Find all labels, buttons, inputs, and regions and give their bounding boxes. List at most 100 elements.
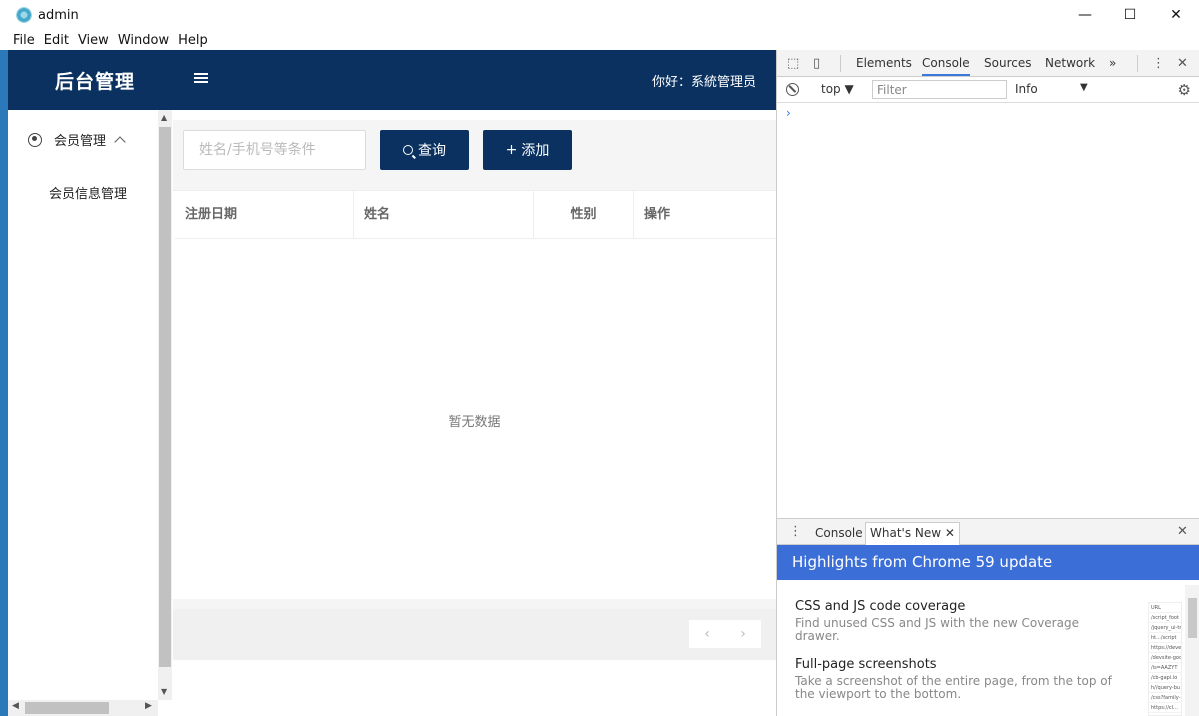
empty-state: 暂无数据	[448, 415, 501, 430]
close-tab-icon[interactable]: ✕	[945, 526, 955, 540]
column-name[interactable]: 姓名	[354, 191, 534, 239]
sidebar-vertical-scrollbar[interactable]: ▲ ▼	[158, 110, 172, 700]
drawer-tab-console[interactable]: Console	[815, 526, 863, 540]
search-toolbar: 查询 + 添加	[173, 120, 776, 180]
sidebar-group-label: 会员管理	[54, 134, 107, 149]
devtools-panel: ⬚ ▯ Elements Console Sources Network » ⋮…	[776, 50, 1199, 716]
close-devtools-icon[interactable]: ✕	[1177, 56, 1188, 71]
add-button-label: 添加	[521, 143, 550, 159]
menubar: File Edit View Window Help	[0, 30, 1199, 50]
device-toolbar-icon[interactable]: ▯	[813, 56, 820, 71]
context-selector[interactable]: top ▼	[821, 82, 854, 96]
app-page: 后台管理 你好：系統管理员 会员管理 会员信息管理 ▲ ▼ ◀ ▶ 查询 +	[8, 50, 776, 716]
sidebar: 会员管理 会员信息管理	[8, 110, 158, 716]
scroll-down-arrow-icon[interactable]: ▼	[161, 687, 167, 696]
menu-help[interactable]: Help	[178, 33, 208, 48]
whats-new-scrollbar[interactable]	[1185, 585, 1199, 716]
sidebar-group-member[interactable]: 会员管理	[28, 130, 126, 149]
chevron-down-icon[interactable]: ▼	[1080, 82, 1088, 93]
column-actions: 操作	[644, 207, 671, 222]
user-greeting: 你好：系統管理员	[651, 75, 756, 90]
highlights-banner: Highlights from Chrome 59 update	[777, 545, 1199, 580]
feature-thumbnail: URL /script_foot /jquery_ui-tr ht.../scr…	[1148, 602, 1182, 716]
feature-title: Full-page screenshots	[795, 657, 937, 672]
tab-network[interactable]: Network	[1045, 56, 1095, 70]
minimize-button[interactable]: —	[1062, 0, 1108, 30]
clear-console-icon[interactable]	[786, 83, 799, 96]
tab-sources[interactable]: Sources	[984, 56, 1031, 70]
maximize-button[interactable]: ☐	[1107, 0, 1153, 30]
divider	[1137, 55, 1138, 72]
drawer-tabbar: ⋮ Console What's New ✕ ✕	[777, 518, 1199, 545]
thumbnail-line: /css?family-	[1149, 695, 1181, 703]
thumbnail-line: https://cl...	[1149, 703, 1181, 713]
scroll-up-arrow-icon[interactable]: ▲	[161, 113, 167, 122]
more-tabs-icon[interactable]: »	[1109, 56, 1116, 70]
feature-title: CSS and JS code coverage	[795, 599, 966, 614]
search-button[interactable]: 查询	[380, 130, 469, 170]
pagination: ‹ ›	[689, 620, 761, 648]
logo: 后台管理	[55, 71, 136, 93]
tab-elements[interactable]: Elements	[856, 56, 912, 70]
scrollbar-thumb[interactable]	[25, 702, 109, 714]
pagination-area: ‹ ›	[173, 609, 776, 660]
inspect-element-icon[interactable]: ⬚	[787, 56, 799, 71]
feature-coverage: CSS and JS code coverage Find unused CSS…	[795, 599, 1115, 643]
tab-console[interactable]: Console	[922, 56, 970, 76]
sidebar-item-member-info[interactable]: 会员信息管理	[49, 183, 127, 202]
feature-desc: Take a screenshot of the entire page, fr…	[795, 674, 1112, 701]
close-drawer-icon[interactable]: ✕	[1177, 524, 1188, 539]
user-circle-icon	[28, 132, 42, 147]
scrollbar-thumb[interactable]	[1188, 598, 1197, 638]
thumbnail-line: h//query-bu	[1149, 685, 1181, 693]
drawer-tab-label: What's New	[870, 526, 942, 540]
console-filter-input[interactable]	[872, 80, 1007, 99]
column-register-date[interactable]: 注册日期	[175, 191, 354, 239]
console-filterbar: top ▼ Info ▼ ⚙	[777, 77, 1199, 103]
window-left-border	[0, 50, 8, 716]
divider	[840, 55, 841, 72]
menu-edit[interactable]: Edit	[44, 33, 69, 48]
app-icon	[16, 7, 32, 23]
sidebar-horizontal-scrollbar[interactable]: ◀ ▶	[8, 700, 158, 716]
drawer-menu-icon[interactable]: ⋮	[789, 524, 802, 539]
scroll-right-arrow-icon[interactable]: ▶	[145, 701, 152, 711]
menu-file[interactable]: File	[13, 33, 35, 48]
add-button[interactable]: + 添加	[483, 130, 572, 170]
main-content: 查询 + 添加 注册日期 姓名 性别 操作 暂无数据 ‹ ›	[173, 120, 776, 660]
next-page-button[interactable]: ›	[725, 620, 761, 648]
menu-toggle-icon[interactable]	[194, 73, 208, 85]
window-titlebar: admin — ☐ ✕	[0, 0, 1199, 30]
thumbnail-line: URL	[1149, 603, 1181, 613]
thumbnail-line: /cb-gapi.lo	[1149, 673, 1181, 683]
chevron-up-icon	[114, 135, 126, 148]
gear-icon[interactable]: ⚙	[1178, 81, 1191, 99]
context-label: top	[821, 82, 841, 96]
column-gender[interactable]: 性别	[534, 191, 634, 239]
window-title: admin	[38, 7, 79, 23]
member-table: 注册日期 姓名 性别 操作 暂无数据	[173, 190, 776, 599]
scrollbar-thumb[interactable]	[159, 127, 171, 667]
search-input[interactable]	[183, 130, 366, 170]
app-header: 后台管理 你好：系統管理员	[8, 50, 776, 110]
kebab-menu-icon[interactable]: ⋮	[1152, 56, 1165, 71]
console-prompt[interactable]: ›	[786, 106, 791, 120]
prev-page-button[interactable]: ‹	[689, 620, 725, 648]
thumbnail-line: /script_foot	[1149, 613, 1181, 623]
search-icon	[403, 145, 413, 155]
thumbnail-line: /devsite-goo	[1149, 655, 1181, 663]
plus-icon: +	[505, 142, 518, 158]
thumbnail-line: /is=AAZYT	[1149, 663, 1181, 673]
menu-window[interactable]: Window	[118, 33, 169, 48]
thumbnail-line: ht.../script	[1149, 633, 1181, 643]
menu-view[interactable]: View	[78, 33, 109, 48]
feature-screenshots: Full-page screenshots Take a screenshot …	[795, 657, 1115, 701]
table-header: 注册日期 姓名 性别 操作	[175, 191, 776, 239]
close-button[interactable]: ✕	[1153, 0, 1199, 30]
devtools-tabbar: ⬚ ▯ Elements Console Sources Network » ⋮…	[777, 50, 1199, 77]
feature-desc: Find unused CSS and JS with the new Cove…	[795, 616, 1079, 643]
log-level-select[interactable]: Info	[1015, 82, 1038, 96]
thumbnail-line: /jquery_ui-tr	[1149, 625, 1181, 633]
drawer-tab-whats-new[interactable]: What's New ✕	[865, 522, 960, 545]
scroll-left-arrow-icon[interactable]: ◀	[12, 701, 19, 711]
